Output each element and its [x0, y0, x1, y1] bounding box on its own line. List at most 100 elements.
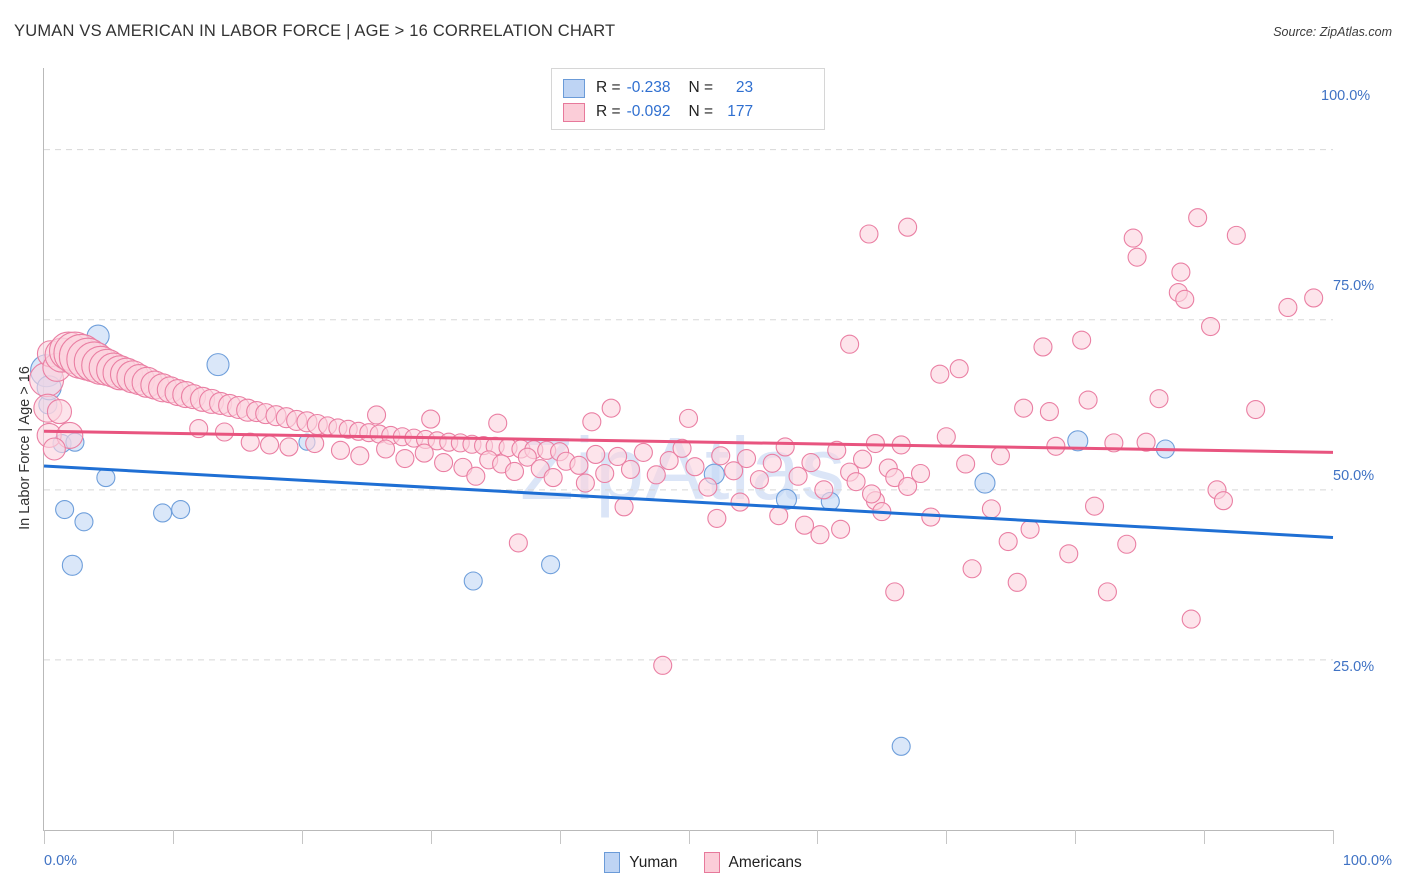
- data-point: [832, 520, 850, 538]
- data-point: [912, 464, 930, 482]
- data-point: [1124, 229, 1142, 247]
- data-point: [261, 436, 279, 454]
- legend-n-value-americans: 177: [719, 103, 753, 121]
- data-point: [43, 438, 65, 460]
- data-point: [1202, 318, 1220, 336]
- data-point: [841, 335, 859, 353]
- data-point: [634, 443, 652, 461]
- legend-r-label-yuman: R =: [596, 79, 621, 97]
- data-point: [811, 526, 829, 544]
- data-point: [489, 414, 507, 432]
- series-legend: Yuman Americans: [0, 852, 1406, 873]
- data-point: [1279, 298, 1297, 316]
- data-point: [280, 438, 298, 456]
- series-swatch-yuman: [604, 852, 620, 873]
- data-point: [860, 225, 878, 243]
- x-tick: [173, 830, 174, 844]
- data-point: [796, 516, 814, 534]
- data-point: [708, 509, 726, 527]
- data-point: [331, 441, 349, 459]
- trend-line-yuman: [44, 466, 1333, 537]
- x-tick: [44, 830, 45, 844]
- data-point: [712, 447, 730, 465]
- data-point: [937, 428, 955, 446]
- data-point: [602, 399, 620, 417]
- data-point: [75, 513, 93, 531]
- data-point: [422, 410, 440, 428]
- series-legend-item-yuman[interactable]: Yuman: [604, 852, 677, 873]
- y-tick-label-100: 100.0%: [1321, 88, 1370, 104]
- data-point: [802, 454, 820, 472]
- data-point: [1172, 263, 1190, 281]
- series-legend-item-americans[interactable]: Americans: [704, 852, 802, 873]
- data-point: [1227, 226, 1245, 244]
- source-attribution: Source: ZipAtlas.com: [1273, 25, 1392, 39]
- data-point: [56, 501, 74, 519]
- data-point: [368, 406, 386, 424]
- data-point: [763, 454, 781, 472]
- data-point: [1189, 209, 1207, 227]
- data-point: [1098, 583, 1116, 601]
- data-point: [464, 572, 482, 590]
- data-point: [1182, 610, 1200, 628]
- data-point: [892, 737, 910, 755]
- x-tick: [1204, 830, 1205, 844]
- data-point: [1247, 401, 1265, 419]
- data-point: [154, 504, 172, 522]
- legend-r-value-americans: -0.092: [627, 103, 671, 121]
- data-point: [351, 447, 369, 465]
- data-point: [1034, 338, 1052, 356]
- y-tick-label-25: 25.0%: [1333, 659, 1374, 675]
- y-tick-label-75: 75.0%: [1333, 278, 1374, 294]
- data-point: [999, 533, 1017, 551]
- scatter-points: [44, 68, 1333, 830]
- data-point: [886, 583, 904, 601]
- data-point: [931, 365, 949, 383]
- legend-n-label-yuman: N =: [689, 79, 714, 97]
- legend-row-yuman: R = -0.238 N = 23: [563, 77, 753, 99]
- page-title: YUMAN VS AMERICAN IN LABOR FORCE | AGE >…: [14, 22, 615, 41]
- data-point: [847, 473, 865, 491]
- data-point: [396, 450, 414, 468]
- x-tick: [1333, 830, 1334, 844]
- series-label-yuman: Yuman: [629, 854, 677, 872]
- data-point: [776, 438, 794, 456]
- data-point: [1079, 391, 1097, 409]
- data-point: [587, 445, 605, 463]
- data-point: [207, 354, 229, 376]
- legend-n-label-americans: N =: [689, 103, 714, 121]
- data-point: [789, 467, 807, 485]
- data-point: [1176, 290, 1194, 308]
- data-point: [172, 501, 190, 519]
- data-point: [1015, 399, 1033, 417]
- x-tick: [560, 830, 561, 844]
- data-point: [975, 473, 995, 493]
- data-point: [654, 656, 672, 674]
- data-point: [1008, 573, 1026, 591]
- data-point: [854, 450, 872, 468]
- data-point: [576, 474, 594, 492]
- x-tick: [817, 830, 818, 844]
- data-point: [377, 440, 395, 458]
- data-point: [47, 400, 71, 424]
- data-point: [686, 458, 704, 476]
- legend-n-value-yuman: 23: [719, 79, 753, 97]
- data-point: [963, 560, 981, 578]
- data-point: [1021, 520, 1039, 538]
- x-tick: [946, 830, 947, 844]
- data-point: [1086, 497, 1104, 515]
- data-point: [680, 409, 698, 427]
- data-point: [542, 556, 560, 574]
- x-tick: [689, 830, 690, 844]
- legend-swatch-yuman: [563, 79, 585, 98]
- legend-swatch-americans: [563, 103, 585, 122]
- correlation-legend: R = -0.238 N = 23 R = -0.092 N = 177: [551, 68, 825, 130]
- data-point: [467, 467, 485, 485]
- data-point: [770, 507, 788, 525]
- x-tick: [1075, 830, 1076, 844]
- data-point: [899, 218, 917, 236]
- plot-area: ZipAtlas: [44, 68, 1333, 830]
- data-point: [435, 454, 453, 472]
- data-point: [1150, 390, 1168, 408]
- chart-page: YUMAN VS AMERICAN IN LABOR FORCE | AGE >…: [0, 0, 1406, 892]
